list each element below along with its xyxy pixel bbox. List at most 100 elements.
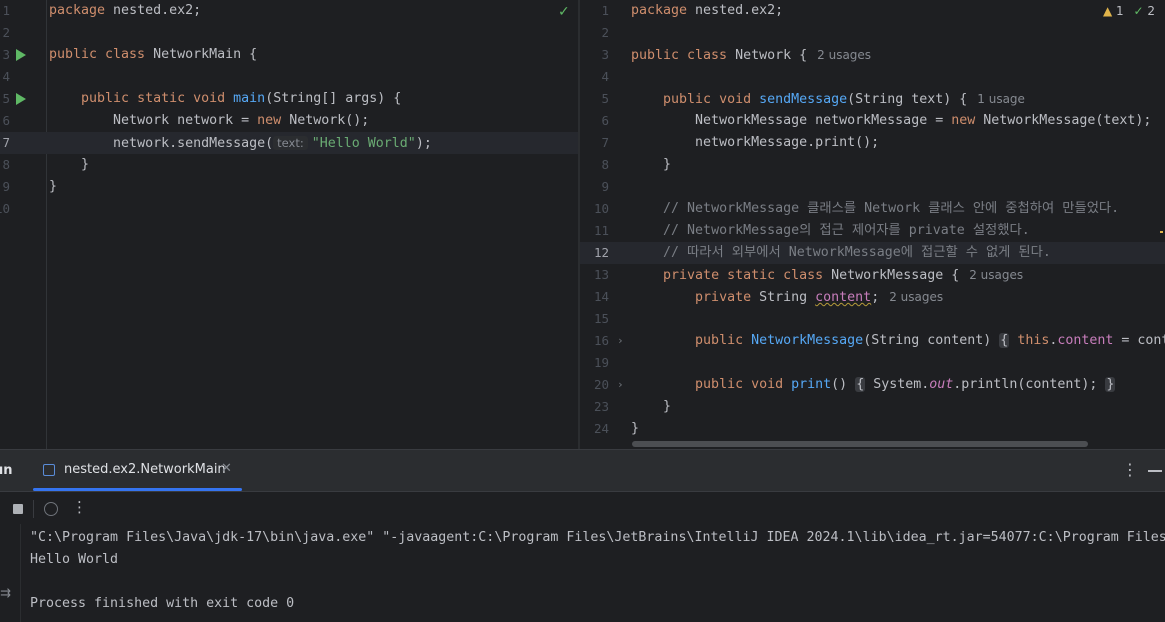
code-line-20[interactable]: 20 › public void print() { System.out.pr…	[580, 374, 1165, 396]
line-number: 5	[2, 91, 10, 106]
code-line-14[interactable]: 14 private String content; 2 usages	[580, 286, 1165, 308]
code-line-6[interactable]: 6 Network network = new Network();	[0, 110, 578, 132]
code-line-3[interactable]: 3 public class Network {2 usages	[580, 44, 1165, 66]
code-line-1[interactable]: 1 package nested.ex2;	[580, 0, 1165, 22]
code-line-3[interactable]: 3 public class NetworkMain {	[0, 44, 578, 66]
code-line-12[interactable]: 12 // 따라서 외부에서 NetworkMessage에 접근할 수 없게 …	[580, 242, 1165, 264]
code-line-7[interactable]: 7 networkMessage.print();	[580, 132, 1165, 154]
line-number: 23	[593, 399, 609, 414]
run-tool-window: un nested.ex2.NetworkMain ✕ ⋮ ⋮ ⇉ "C:\Pr…	[0, 449, 1165, 622]
usages-hint[interactable]: 2 usages	[889, 290, 943, 304]
code-line-9[interactable]: 9	[580, 176, 1165, 198]
code-keyword: public void	[695, 377, 784, 392]
profiler-icon[interactable]	[44, 502, 58, 516]
line-number: 2	[601, 25, 609, 40]
code-line-8[interactable]: 8 }	[580, 154, 1165, 176]
code-line-11[interactable]: 11 // NetworkMessage의 접근 제어자를 private 설정…	[580, 220, 1165, 242]
toolbar-divider	[33, 500, 34, 518]
code-line-23[interactable]: 23 }	[580, 396, 1165, 418]
folded-block-end[interactable]: }	[1105, 377, 1116, 392]
application-icon	[43, 464, 55, 476]
editor-networkmain[interactable]: 1 package nested.ex2; 2 3 public class N…	[0, 0, 578, 449]
fold-chevron-icon[interactable]: ›	[617, 374, 624, 396]
inspection-widget[interactable]: ▲ 1 ✓ 2	[1103, 4, 1155, 18]
code-line-5[interactable]: 5 public void sendMessage(String text) {…	[580, 88, 1165, 110]
usages-hint[interactable]: 2 usages	[817, 48, 871, 62]
code-line-7[interactable]: 7 network.sendMessage(text: "Hello World"…	[0, 132, 578, 154]
line-number: 6	[601, 113, 609, 128]
code-line-9[interactable]: 9 }	[0, 176, 578, 198]
code-line-4[interactable]: 4	[0, 66, 578, 88]
line-number: 8	[601, 157, 609, 172]
code-line-15[interactable]: 15	[580, 308, 1165, 330]
line-number: 1	[601, 3, 609, 18]
line-number: 8	[2, 157, 10, 172]
line-number: 4	[2, 69, 10, 84]
code-line-2[interactable]: 2	[580, 22, 1165, 44]
run-class-icon[interactable]	[16, 49, 26, 61]
code-line-10[interactable]: 10 // NetworkMessage 클래스를 Network 클래스 안에…	[580, 198, 1165, 220]
code-line-16[interactable]: 16 › public NetworkMessage(String conten…	[580, 330, 1165, 352]
more-actions-icon[interactable]: ⋮	[72, 498, 87, 516]
code-line-1[interactable]: 1 package nested.ex2;	[0, 0, 578, 22]
field-name: content	[815, 290, 872, 305]
more-options-icon[interactable]: ⋮	[1122, 460, 1138, 479]
minimize-icon[interactable]	[1148, 470, 1162, 472]
horizontal-scrollbar[interactable]	[632, 441, 1088, 447]
tab-title: nested.ex2.NetworkMain	[64, 462, 226, 477]
code-line-6[interactable]: 6 NetworkMessage networkMessage = new Ne…	[580, 110, 1165, 132]
code-line-8[interactable]: 8 }	[0, 154, 578, 176]
code-text: network.sendMessage(	[113, 136, 274, 151]
field-name: content	[1057, 333, 1114, 348]
folded-block[interactable]: {	[999, 333, 1010, 348]
warning-count: 1	[1116, 4, 1124, 18]
code-text: NetworkMessage {	[823, 268, 960, 283]
line-number: 4	[601, 69, 609, 84]
stop-icon[interactable]	[13, 504, 23, 514]
tab-run-configuration[interactable]: nested.ex2.NetworkMain ✕	[33, 450, 242, 491]
code-comment: // 따라서 외부에서 NetworkMessage에 접근할 수 없게 된다.	[663, 245, 1051, 260]
warning-stripe-mark[interactable]	[1160, 231, 1163, 233]
code-text: }	[49, 179, 58, 194]
code-line-4[interactable]: 4	[580, 66, 1165, 88]
method-name: NetworkMessage	[751, 333, 864, 348]
code-line-13[interactable]: 13 private static class NetworkMessage {…	[580, 264, 1165, 286]
method-name: main	[233, 91, 266, 106]
code-keyword: private	[695, 290, 752, 305]
soft-wrap-icon[interactable]: ⇉	[0, 586, 11, 601]
code-text: NetworkMain {	[145, 47, 258, 62]
no-problems-check-icon[interactable]: ✓	[558, 4, 570, 20]
folded-block[interactable]: {	[855, 377, 866, 392]
editor-network[interactable]: 1 package nested.ex2; 2 3 public class N…	[580, 0, 1165, 449]
run-panel-title: un	[0, 463, 13, 478]
code-text: Network {	[727, 48, 808, 63]
fold-chevron-icon[interactable]: ›	[617, 330, 624, 352]
string-literal: "Hello World"	[311, 136, 416, 151]
line-number: 6	[2, 113, 10, 128]
run-main-icon[interactable]	[16, 93, 26, 105]
code-line-10[interactable]: 10	[0, 198, 578, 220]
warning-icon: ▲	[1102, 4, 1113, 18]
line-number: 7	[601, 135, 609, 150]
usages-hint[interactable]: 2 usages	[969, 268, 1023, 282]
close-icon[interactable]: ✕	[221, 461, 232, 476]
code-keyword: new	[257, 113, 282, 128]
code-line-19[interactable]: 19	[580, 352, 1165, 374]
line-number: 12	[593, 245, 609, 260]
code-line-2[interactable]: 2	[0, 22, 578, 44]
line-number: 5	[601, 91, 609, 106]
code-line-5[interactable]: 5 public static void main(String[] args)…	[0, 88, 578, 110]
code-line-24[interactable]: 24 }	[580, 418, 1165, 440]
code-keyword: package	[631, 3, 688, 18]
code-comment: // NetworkMessage 클래스를 Network 클래스 안에 중첩…	[663, 201, 1120, 216]
usages-hint[interactable]: 1 usage	[977, 92, 1025, 106]
code-text: Network();	[281, 113, 370, 128]
